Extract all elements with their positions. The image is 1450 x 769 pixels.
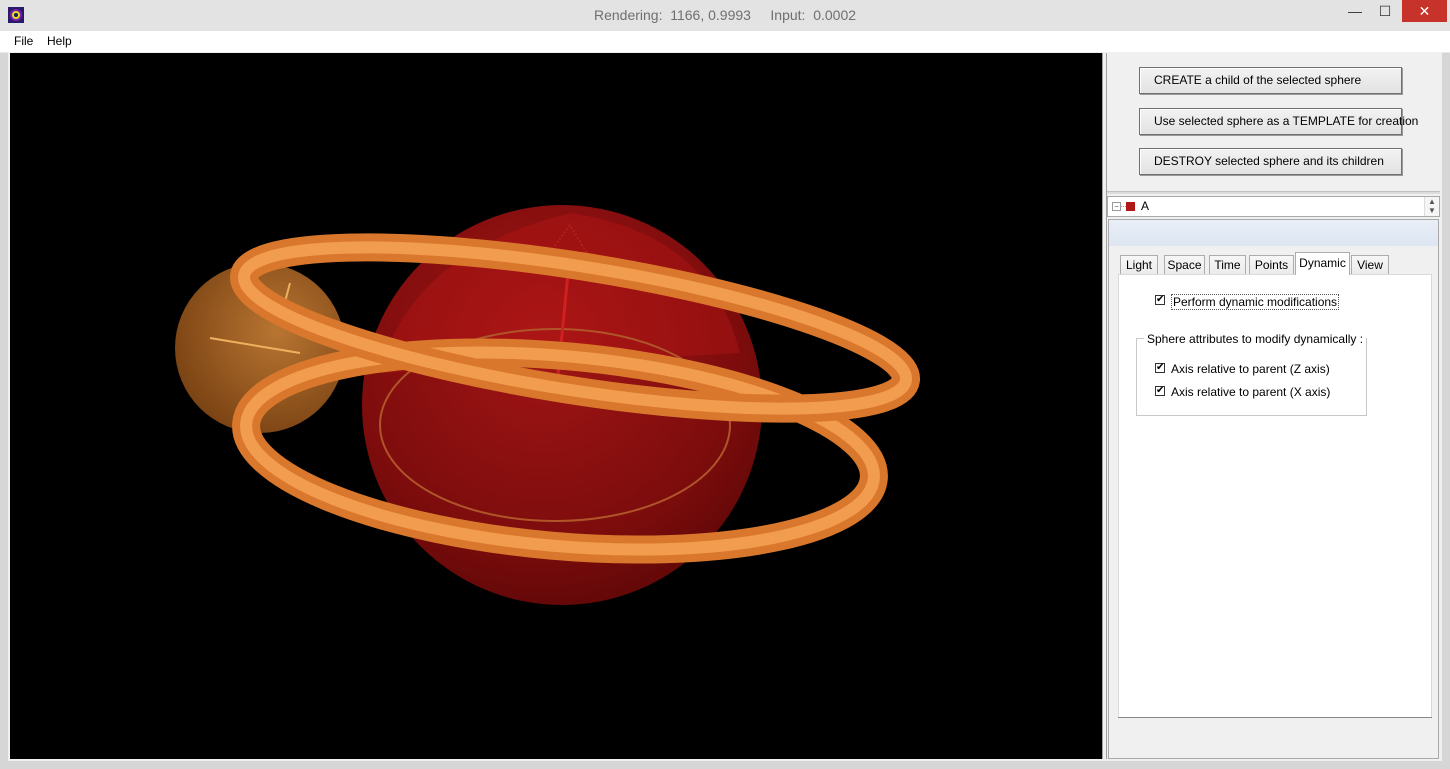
tab-dynamic[interactable]: Dynamic bbox=[1295, 252, 1350, 275]
menu-file[interactable]: File bbox=[14, 34, 33, 48]
attributes-group bbox=[1136, 338, 1367, 416]
axis-z-label[interactable]: Axis relative to parent (Z axis) bbox=[1171, 362, 1330, 376]
menu-bar: File Help bbox=[0, 31, 1450, 53]
use-template-button[interactable]: Use selected sphere as a TEMPLATE for cr… bbox=[1139, 108, 1418, 135]
axis-x-label[interactable]: Axis relative to parent (X axis) bbox=[1171, 385, 1330, 399]
tree-scroll-arrows[interactable]: ▲ ▼ bbox=[1424, 197, 1439, 216]
tab-light[interactable]: Light bbox=[1120, 255, 1158, 274]
attributes-group-title: Sphere attributes to modify dynamically … bbox=[1144, 332, 1367, 346]
tree-item-a[interactable]: A bbox=[1141, 199, 1149, 213]
axis-x-checkbox[interactable]: ✔ bbox=[1155, 386, 1165, 396]
window-title: Rendering: 1166, 0.9993 Input: 0.0002 bbox=[593, 7, 857, 23]
close-button[interactable]: ✕ bbox=[1402, 0, 1447, 22]
panel-header-band bbox=[1109, 220, 1438, 246]
maximize-button[interactable]: ☐ bbox=[1372, 0, 1398, 22]
tab-points[interactable]: Points bbox=[1249, 255, 1294, 274]
tab-view[interactable]: View bbox=[1351, 255, 1389, 274]
window-bottom-border bbox=[0, 761, 1450, 769]
tab-content-bottom-border bbox=[1118, 717, 1432, 718]
panel-divider bbox=[1107, 191, 1440, 194]
sphere-color-icon bbox=[1126, 202, 1135, 211]
perform-dynamic-label[interactable]: Perform dynamic modifications bbox=[1171, 294, 1340, 310]
render-viewport[interactable] bbox=[10, 53, 1102, 759]
perform-dynamic-checkbox[interactable]: ✔ bbox=[1155, 295, 1165, 305]
axis-z-checkbox[interactable]: ✔ bbox=[1155, 363, 1165, 373]
tab-space[interactable]: Space bbox=[1164, 255, 1205, 274]
menu-help[interactable]: Help bbox=[47, 34, 72, 48]
create-child-button[interactable]: CREATE a child of the selected sphere bbox=[1139, 67, 1402, 94]
scene-canvas[interactable] bbox=[10, 53, 1102, 759]
sphere-tree[interactable]: − A ▲ ▼ bbox=[1107, 196, 1440, 217]
tab-time[interactable]: Time bbox=[1209, 255, 1246, 274]
minimize-button[interactable]: — bbox=[1342, 0, 1368, 22]
destroy-sphere-button[interactable]: DESTROY selected sphere and its children bbox=[1139, 148, 1402, 175]
